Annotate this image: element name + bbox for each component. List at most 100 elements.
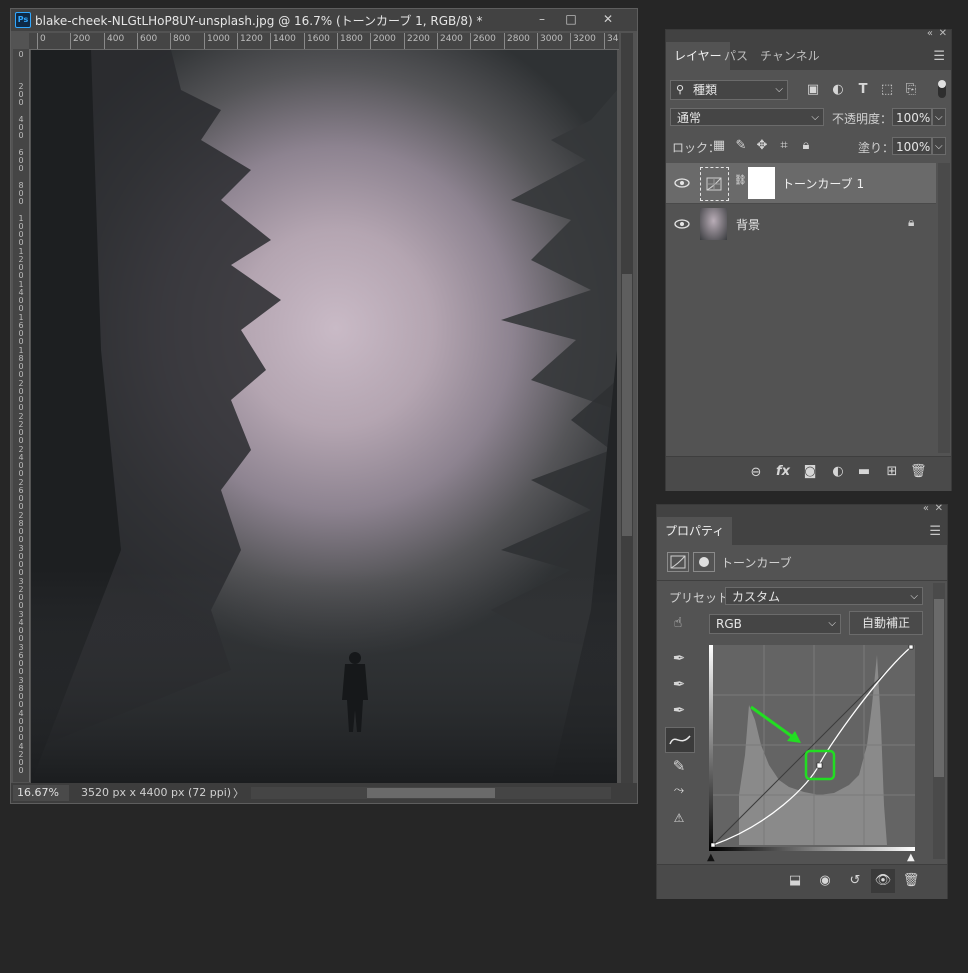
layers-scrollbar[interactable]	[938, 163, 950, 453]
close-panel-icon[interactable]: ✕	[935, 503, 943, 514]
adjustment-filter-icon[interactable]: ◐	[831, 82, 845, 97]
ruler-label: 2600	[470, 33, 496, 49]
vertical-scroll-thumb[interactable]	[622, 274, 632, 536]
layer-row-background[interactable]: 背景 🔒︎	[666, 204, 936, 244]
white-point-eyedropper-icon[interactable]: ✒	[669, 701, 689, 719]
ruler-label: 4 2 0 0	[18, 742, 24, 775]
tab-channels[interactable]: チャンネル	[752, 42, 828, 70]
layer-name[interactable]: トーンカーブ 1	[782, 175, 864, 192]
white-input-slider-icon[interactable]: ▲	[907, 852, 915, 863]
clipping-warning-icon[interactable]: ⚠	[667, 811, 691, 825]
collapse-icon[interactable]: «	[927, 28, 933, 39]
properties-header: トーンカーブ	[657, 545, 947, 581]
lock-artboard-icon[interactable]: ⌗	[777, 138, 791, 153]
preset-select[interactable]: カスタム ⌵	[725, 587, 923, 605]
ruler-label: 1 2 0 0	[18, 247, 24, 280]
mask-icon[interactable]: ◙	[802, 464, 818, 479]
zoom-field[interactable]: 16.67%	[13, 785, 69, 801]
ruler-label: 2200	[404, 33, 430, 49]
black-input-slider-icon[interactable]: ▲	[707, 852, 715, 863]
type-filter-icon[interactable]: T	[856, 82, 870, 97]
lock-position-icon[interactable]: ✥	[755, 138, 769, 153]
trash-icon[interactable]: 🗑︎	[901, 873, 921, 888]
curve-point-tool[interactable]	[665, 727, 695, 753]
ruler-label: 1 0 0 0	[18, 214, 24, 247]
opacity-input[interactable]: 100%	[892, 108, 932, 126]
image-canvas[interactable]	[31, 50, 617, 783]
ruler-label: 1 4 0 0	[18, 280, 24, 313]
close-button[interactable]: ✕	[595, 9, 621, 29]
mask-properties-icon[interactable]	[693, 552, 715, 572]
panel-collapse-bar[interactable]: « ✕	[657, 503, 947, 517]
fill-chevron-icon[interactable]: ⌵	[932, 137, 946, 155]
mask-link-icon[interactable]: ⛓	[734, 175, 747, 186]
ruler-label: 1600	[304, 33, 330, 49]
visibility-eye-icon[interactable]: 👁︎	[871, 869, 895, 893]
shape-filter-icon[interactable]: ⬚	[880, 82, 894, 97]
fill-input[interactable]: 100%	[892, 137, 932, 155]
properties-scrollbar[interactable]	[933, 583, 945, 859]
reset-icon[interactable]: ↺	[845, 873, 865, 888]
image-filter-icon[interactable]: ▣	[806, 82, 820, 97]
link-icon[interactable]: ⊖	[748, 465, 764, 480]
ruler-label: 6 0 0	[18, 148, 24, 173]
horizontal-ruler[interactable]: 0 200 400 600 800 1000 1200 1400 1600 18…	[29, 33, 619, 50]
clip-to-layer-icon[interactable]: ⬓	[785, 873, 805, 888]
close-panel-icon[interactable]: ✕	[939, 28, 947, 39]
layers-footer: ⊖ fx ◙ ◐ ▬ ⊞ 🗑︎	[666, 456, 951, 491]
background-layer-thumb[interactable]	[700, 208, 727, 240]
properties-scroll-thumb[interactable]	[934, 599, 944, 777]
curves-icon[interactable]	[667, 552, 689, 572]
status-menu-arrow[interactable]: 〉	[233, 785, 244, 801]
ruler-label: 200	[70, 33, 90, 49]
layer-filter-kind[interactable]: ⚲ 種類 ⌵	[670, 80, 788, 100]
tab-properties[interactable]: プロパティ	[657, 517, 733, 545]
collapse-icon[interactable]: «	[923, 503, 929, 514]
blend-mode-select[interactable]: 通常 ⌵	[670, 108, 824, 126]
ruler-label: 2 8 0 0	[18, 511, 24, 544]
visibility-eye-icon[interactable]	[674, 175, 690, 191]
panel-menu-icon[interactable]: ☰	[929, 524, 941, 539]
horizontal-scroll-thumb[interactable]	[367, 788, 495, 798]
properties-title: トーンカーブ	[721, 556, 792, 570]
lock-transparent-icon[interactable]: ▦	[712, 138, 726, 153]
minimize-button[interactable]: –	[529, 9, 555, 29]
lock-all-icon[interactable]: 🔒︎	[799, 138, 813, 153]
smooth-curve-icon[interactable]: ⤳	[669, 783, 689, 798]
channel-value: RGB	[716, 617, 742, 631]
trash-icon[interactable]: 🗑︎	[910, 464, 927, 479]
layer-row-tone-curve[interactable]: ⛓ トーンカーブ 1	[666, 163, 936, 203]
properties-panel: « ✕ プロパティ ☰ トーンカーブ プリセット： カスタム ⌵ ☝ RGB ⌵…	[656, 503, 948, 899]
panel-menu-icon[interactable]: ☰	[933, 49, 945, 64]
layer-name[interactable]: 背景	[736, 216, 760, 233]
panel-collapse-bar[interactable]: « ✕	[666, 28, 951, 42]
maximize-button[interactable]: □	[558, 9, 584, 29]
opacity-chevron-icon[interactable]: ⌵	[932, 108, 946, 126]
opacity-label: 不透明度：	[832, 112, 893, 126]
fx-icon[interactable]: fx	[774, 464, 792, 479]
adjustment-icon[interactable]: ◐	[830, 464, 846, 479]
curves-graph[interactable]	[709, 645, 915, 851]
curves-adjustment-thumb[interactable]	[700, 167, 729, 201]
vertical-ruler[interactable]: 0 2 0 0 4 0 0 6 0 0 8 0 0 1 0 0 0 1 2 0 …	[13, 49, 30, 782]
smart-object-filter-icon[interactable]: ⎘	[904, 82, 918, 97]
auto-button[interactable]: 自動補正	[849, 611, 923, 635]
ruler-label: 3 6 0 0	[18, 643, 24, 676]
lock-paint-icon[interactable]: ✎	[734, 138, 748, 153]
channel-select[interactable]: RGB ⌵	[709, 614, 841, 634]
visibility-eye-icon[interactable]	[674, 216, 690, 232]
new-layer-icon[interactable]: ⊞	[884, 464, 900, 479]
document-title: blake-cheek-NLGtLHoP8UY-unsplash.jpg @ 1…	[35, 14, 483, 28]
ruler-label: 3 4 0 0	[18, 610, 24, 643]
black-point-eyedropper-icon[interactable]: ✒	[669, 649, 689, 667]
pencil-icon[interactable]: ✎	[669, 757, 689, 775]
tab-paths[interactable]: パス	[716, 42, 756, 70]
filter-toggle[interactable]	[938, 80, 946, 98]
folder-icon[interactable]: ▬	[856, 464, 872, 479]
gray-point-eyedropper-icon[interactable]: ✒	[669, 675, 689, 693]
horizontal-scrollbar[interactable]	[251, 787, 611, 799]
target-adjust-hand-icon[interactable]: ☝	[667, 615, 689, 631]
layer-mask-thumb[interactable]	[748, 167, 775, 199]
document-titlebar[interactable]: Ps blake-cheek-NLGtLHoP8UY-unsplash.jpg …	[11, 9, 637, 31]
view-previous-state-icon[interactable]: ◉	[815, 873, 835, 888]
